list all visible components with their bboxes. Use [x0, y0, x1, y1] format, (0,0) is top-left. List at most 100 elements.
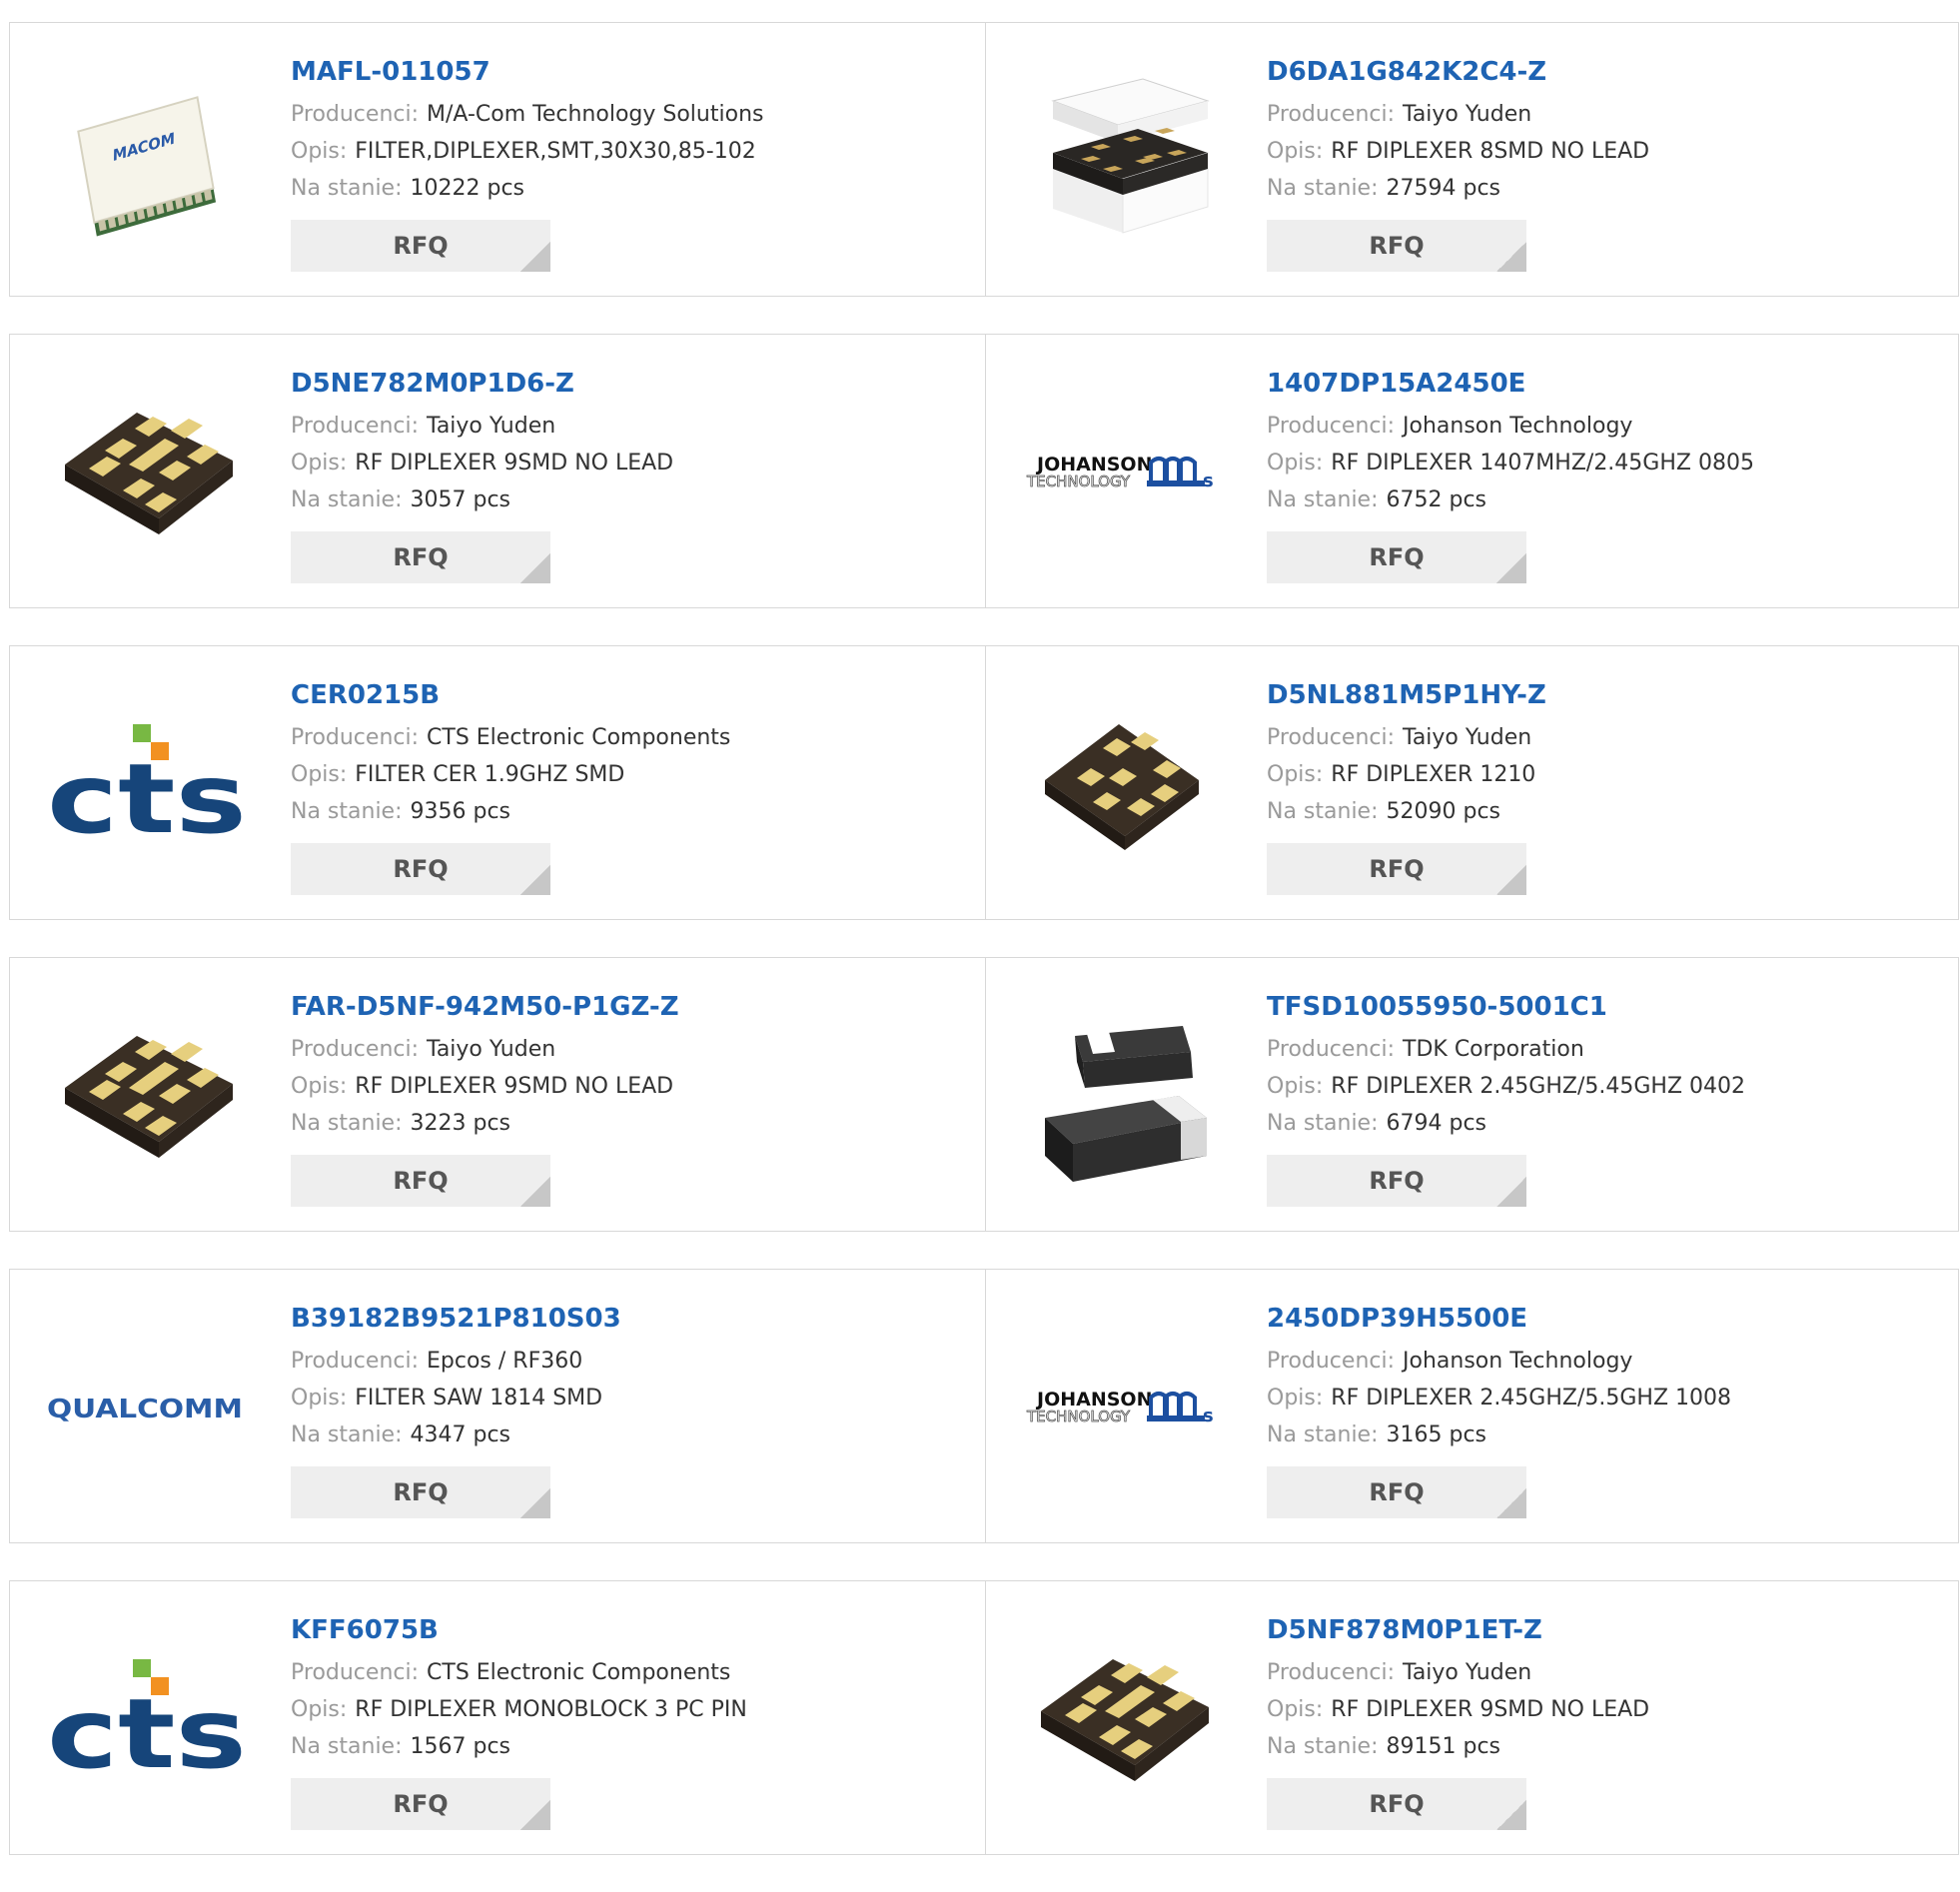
stock-label: Na stanie:	[1267, 1111, 1379, 1136]
product-info: 1407DP15A2450E Producenci: Johanson Techn…	[1267, 364, 1754, 583]
button-corner-decoration	[520, 1800, 550, 1830]
rfq-button[interactable]: RFQ	[1267, 220, 1526, 272]
producer-value: M/A-Com Technology Solutions	[427, 102, 764, 127]
description-value: RF DIPLEXER 9SMD NO LEAD	[355, 451, 674, 475]
stock-label: Na stanie:	[1267, 1422, 1379, 1447]
stock-line: Na stanie: 89151 pcs	[1267, 1728, 1649, 1765]
product-image-9pad-smd-chip[interactable]	[47, 373, 247, 572]
part-number-link[interactable]: 2450DP39H5500E	[1267, 1299, 1731, 1339]
stock-label: Na stanie:	[291, 1422, 403, 1447]
description-value: RF DIPLEXER 1210	[1331, 762, 1536, 787]
part-number-link[interactable]: KFF6075B	[291, 1610, 747, 1650]
rfq-button[interactable]: RFQ	[291, 531, 550, 583]
producer-value: Epcos / RF360	[427, 1349, 583, 1374]
part-number-link[interactable]: D5NL881M5P1HY-Z	[1267, 675, 1546, 715]
description-value: RF DIPLEXER 9SMD NO LEAD	[355, 1074, 674, 1099]
product-card: D6DA1G842K2C4-Z Producenci: Taiyo Yuden O…	[985, 22, 1959, 297]
producer-line: Producenci: Taiyo Yuden	[1267, 719, 1546, 756]
product-row: cts CER0215B Producenci: CTS Electronic C…	[9, 645, 1960, 920]
producer-line: Producenci: Johanson Technology	[1267, 408, 1754, 445]
rfq-button[interactable]: RFQ	[291, 220, 550, 272]
part-number-link[interactable]: 1407DP15A2450E	[1267, 364, 1754, 404]
part-number-link[interactable]: B39182B9521P810S03	[291, 1299, 621, 1339]
svg-text:TECHNOLOGY: TECHNOLOGY	[1026, 473, 1131, 490]
product-image-qualcomm-logo[interactable]: QUALCOMM	[47, 1308, 247, 1507]
rfq-button[interactable]: RFQ	[1267, 531, 1526, 583]
button-corner-decoration	[520, 553, 550, 583]
product-info: B39182B9521P810S03 Producenci: Epcos / RF…	[291, 1299, 621, 1518]
producer-value: Taiyo Yuden	[1403, 102, 1532, 127]
stock-label: Na stanie:	[1267, 176, 1379, 201]
description-label: Opis:	[1267, 1074, 1324, 1099]
product-image-johanson-logo[interactable]: JOHANSON TECHNOLOGY s	[1023, 1308, 1223, 1507]
rfq-label: RFQ	[1369, 232, 1425, 260]
button-corner-decoration	[1496, 865, 1526, 895]
producer-line: Producenci: Taiyo Yuden	[291, 408, 673, 445]
rfq-button[interactable]: RFQ	[291, 1466, 550, 1518]
stock-value: 27594 pcs	[1386, 176, 1501, 201]
part-number-link[interactable]: TFSD10055950-5001C1	[1267, 987, 1745, 1027]
producer-value: Taiyo Yuden	[1403, 725, 1532, 750]
description-line: Opis: RF DIPLEXER 9SMD NO LEAD	[1267, 1691, 1649, 1728]
product-card: FAR-D5NF-942M50-P1GZ-Z Producenci: Taiyo …	[9, 957, 986, 1232]
rfq-label: RFQ	[1369, 1167, 1425, 1195]
rfq-label: RFQ	[393, 543, 449, 571]
rfq-button[interactable]: RFQ	[291, 1155, 550, 1207]
product-row: MACOM MAFL-011057 Producenci: M/A-Com Tec…	[9, 22, 1960, 297]
description-value: RF DIPLEXER 2.45GHZ/5.45GHZ 0402	[1331, 1074, 1746, 1099]
rfq-button[interactable]: RFQ	[1267, 1778, 1526, 1830]
product-image-8pad-smd-chip[interactable]	[1023, 684, 1223, 884]
product-image-tdk-chip-pair[interactable]	[1023, 996, 1223, 1196]
product-info: D6DA1G842K2C4-Z Producenci: Taiyo Yuden O…	[1267, 52, 1649, 272]
rfq-button[interactable]: RFQ	[291, 1778, 550, 1830]
rfq-button[interactable]: RFQ	[1267, 843, 1526, 895]
part-number-link[interactable]: MAFL-011057	[291, 52, 763, 92]
rfq-button[interactable]: RFQ	[1267, 1466, 1526, 1518]
rfq-label: RFQ	[393, 232, 449, 260]
description-line: Opis: RF DIPLEXER 1407MHZ/2.45GHZ 0805	[1267, 445, 1754, 481]
product-info: MAFL-011057 Producenci: M/A-Com Technolog…	[291, 52, 763, 272]
product-image-johanson-logo[interactable]: JOHANSON TECHNOLOGY s	[1023, 373, 1223, 572]
stock-line: Na stanie: 3223 pcs	[291, 1105, 679, 1142]
producer-label: Producenci:	[291, 414, 420, 439]
producer-line: Producenci: Epcos / RF360	[291, 1343, 621, 1380]
producer-label: Producenci:	[291, 1037, 420, 1062]
rfq-button[interactable]: RFQ	[1267, 1155, 1526, 1207]
svg-text:s: s	[1203, 1406, 1214, 1426]
producer-line: Producenci: Johanson Technology	[1267, 1343, 1731, 1380]
rfq-label: RFQ	[393, 1167, 449, 1195]
part-number-link[interactable]: D5NE782M0P1D6-Z	[291, 364, 673, 404]
product-card: cts KFF6075B Producenci: CTS Electronic C…	[9, 1580, 986, 1855]
producer-label: Producenci:	[1267, 1037, 1396, 1062]
description-label: Opis:	[1267, 1697, 1324, 1722]
product-image-cts-logo[interactable]: cts	[47, 684, 247, 884]
product-image-9pad-smd-chip[interactable]	[47, 996, 247, 1196]
product-image-cts-logo[interactable]: cts	[47, 1619, 247, 1819]
product-image-macom-chip[interactable]: MACOM	[47, 61, 247, 261]
stock-value: 3165 pcs	[1386, 1422, 1487, 1447]
rfq-label: RFQ	[1369, 1478, 1425, 1506]
button-corner-decoration	[520, 1488, 550, 1518]
svg-text:QUALCOMM: QUALCOMM	[47, 1395, 243, 1424]
producer-label: Producenci:	[1267, 102, 1396, 127]
stock-value: 9356 pcs	[410, 799, 511, 824]
stock-value: 6794 pcs	[1386, 1111, 1487, 1136]
stock-label: Na stanie:	[1267, 487, 1379, 512]
description-line: Opis: RF DIPLEXER 2.45GHZ/5.5GHZ 1008	[1267, 1380, 1731, 1417]
part-number-link[interactable]: D5NF878M0P1ET-Z	[1267, 1610, 1649, 1650]
producer-label: Producenci:	[291, 1349, 420, 1374]
stock-line: Na stanie: 6752 pcs	[1267, 481, 1754, 518]
stock-value: 52090 pcs	[1386, 799, 1501, 824]
part-number-link[interactable]: CER0215B	[291, 675, 730, 715]
stock-label: Na stanie:	[291, 799, 403, 824]
part-number-link[interactable]: D6DA1G842K2C4-Z	[1267, 52, 1649, 92]
product-image-capped-diplexer-chip[interactable]	[1023, 61, 1223, 261]
product-image-9pad-smd-chip[interactable]	[1023, 1619, 1223, 1819]
button-corner-decoration	[1496, 1800, 1526, 1830]
stock-label: Na stanie:	[291, 1734, 403, 1759]
producer-line: Producenci: Taiyo Yuden	[1267, 1654, 1649, 1691]
description-line: Opis: FILTER SAW 1814 SMD	[291, 1380, 621, 1417]
description-label: Opis:	[291, 1697, 348, 1722]
rfq-button[interactable]: RFQ	[291, 843, 550, 895]
part-number-link[interactable]: FAR-D5NF-942M50-P1GZ-Z	[291, 987, 679, 1027]
